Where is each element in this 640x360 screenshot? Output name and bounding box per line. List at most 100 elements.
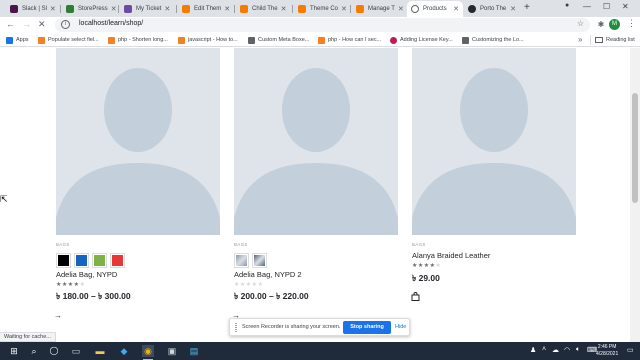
tab-search-icon[interactable]: ● bbox=[565, 2, 569, 9]
product-image[interactable] bbox=[56, 48, 220, 235]
media-player-icon[interactable]: ▣ bbox=[166, 345, 178, 357]
close-icon[interactable]: ✕ bbox=[278, 5, 287, 13]
loading-icon bbox=[411, 5, 419, 13]
cloud-icon[interactable]: ☁ bbox=[552, 346, 559, 354]
product-title[interactable]: Adelia Bag, NYPD 2 bbox=[234, 270, 302, 279]
bookmark-item[interactable]: Customizing the Lo... bbox=[462, 35, 524, 45]
stop-sharing-button[interactable]: Stop sharing bbox=[343, 321, 391, 334]
notifications-icon[interactable]: ▭ bbox=[627, 346, 634, 354]
placeholder-avatar-icon bbox=[56, 48, 220, 235]
bookmark-item[interactable]: php - Shorten long... bbox=[108, 35, 168, 45]
color-swatch[interactable] bbox=[56, 253, 71, 268]
wifi-icon[interactable]: ◠ bbox=[564, 346, 570, 354]
chrome-icon[interactable]: ◉ bbox=[142, 345, 154, 360]
product-title[interactable]: Adelia Bag, NYPD bbox=[56, 270, 117, 279]
close-icon[interactable]: ✕ bbox=[108, 5, 116, 13]
tab-theme-config[interactable]: Theme Co ✕ bbox=[294, 1, 348, 17]
product-category[interactable]: BAGS bbox=[412, 242, 426, 247]
bookmark-item[interactable]: Custom Meta Boxe... bbox=[248, 35, 309, 45]
bookmark-label: Apps bbox=[16, 37, 29, 43]
system-clock[interactable]: 2:46 PM 4/28/2021 bbox=[596, 344, 618, 358]
menu-icon[interactable]: ⋮ bbox=[627, 18, 636, 29]
task-view-icon[interactable]: ◯ bbox=[48, 345, 60, 357]
license-icon bbox=[390, 36, 397, 44]
close-icon[interactable]: ✕ bbox=[161, 5, 170, 13]
theme-icon bbox=[298, 5, 306, 13]
tab-my-ticket[interactable]: My Ticket ✕ bbox=[120, 1, 174, 17]
tab-porto-theme[interactable]: Porto The ✕ bbox=[464, 1, 520, 17]
close-icon[interactable]: ✕ bbox=[47, 5, 56, 13]
tab-label: Child The bbox=[252, 6, 278, 12]
product-title[interactable]: Alanya Braided Leather bbox=[412, 251, 490, 260]
address-bar[interactable]: i localhost/learn/shop/ ☆ bbox=[55, 18, 590, 32]
maximize-icon[interactable]: ☐ bbox=[603, 2, 610, 11]
file-explorer-icon[interactable]: ▬ bbox=[94, 345, 106, 357]
close-icon[interactable]: ✕ bbox=[395, 5, 404, 13]
close-icon[interactable]: ✕ bbox=[221, 5, 230, 13]
bookmark-item[interactable]: Populate select fiel... bbox=[38, 35, 99, 45]
hide-button[interactable]: Hide bbox=[395, 324, 406, 330]
new-tab-button[interactable]: + bbox=[524, 2, 530, 13]
reading-list-label: Reading list bbox=[606, 37, 635, 43]
bookmark-item[interactable]: php - How can I sec... bbox=[318, 35, 381, 45]
task-view-icon[interactable]: ▭ bbox=[70, 345, 82, 357]
close-icon[interactable]: ✕ bbox=[338, 5, 347, 13]
tab-slack[interactable]: Slack | Sl ✕ bbox=[6, 1, 58, 17]
bookmark-item[interactable]: javascript - How to... bbox=[178, 35, 238, 45]
slack-icon bbox=[10, 5, 18, 13]
vscode-icon[interactable]: ◆ bbox=[118, 345, 130, 357]
tab-edit-theme[interactable]: Edit Them ✕ bbox=[178, 1, 232, 17]
page-scrollbar[interactable] bbox=[630, 48, 640, 342]
shopping-bag-icon[interactable] bbox=[409, 292, 421, 304]
windows-start-icon[interactable]: ⊞ bbox=[8, 345, 20, 357]
product-image[interactable] bbox=[234, 48, 398, 235]
profile-avatar[interactable]: M bbox=[609, 19, 620, 30]
bookmark-apps[interactable]: Apps bbox=[6, 35, 29, 45]
product-price: ৳ 29.00 bbox=[412, 273, 440, 283]
tab-divider bbox=[118, 5, 119, 13]
reading-list-icon bbox=[595, 37, 603, 43]
volume-icon[interactable]: 🔈︎ bbox=[576, 346, 580, 354]
tab-label: Porto The bbox=[480, 6, 507, 12]
site-info-icon[interactable]: i bbox=[61, 20, 70, 29]
product-category[interactable]: BAGS bbox=[234, 242, 248, 247]
color-swatch[interactable] bbox=[74, 253, 89, 268]
forward-icon[interactable]: → bbox=[22, 19, 31, 29]
tab-manage-theme[interactable]: Manage T ✕ bbox=[352, 1, 406, 17]
star-empty-icon: ★ bbox=[257, 282, 264, 288]
bookmark-label: php - How can I sec... bbox=[328, 37, 382, 43]
bookmark-star-icon[interactable]: ☆ bbox=[577, 19, 584, 28]
rating-stars: ★★★★★ bbox=[412, 262, 441, 269]
search-icon[interactable]: ⌕ bbox=[28, 345, 40, 357]
product-category[interactable]: BAGS bbox=[56, 242, 70, 247]
color-swatch[interactable] bbox=[92, 253, 107, 268]
url-text[interactable]: localhost/learn/shop/ bbox=[79, 20, 143, 27]
tab-divider bbox=[60, 5, 61, 13]
tab-products[interactable]: Products ✕ bbox=[407, 1, 463, 17]
bookmark-item[interactable]: Adding License Key... bbox=[390, 35, 453, 45]
tab-child-theme[interactable]: Child The ✕ bbox=[236, 1, 290, 17]
image-swatch[interactable] bbox=[234, 253, 249, 268]
window-close-icon[interactable]: ✕ bbox=[622, 2, 629, 11]
close-icon[interactable]: ✕ bbox=[507, 5, 516, 13]
people-icon[interactable]: ♟ bbox=[530, 346, 536, 354]
close-icon[interactable]: ✕ bbox=[450, 5, 459, 13]
arrow-right-icon[interactable]: → bbox=[52, 310, 64, 322]
bookmark-label: Adding License Key... bbox=[400, 37, 453, 43]
extensions-icon[interactable]: ✱ bbox=[596, 20, 606, 30]
page-icon bbox=[462, 36, 469, 44]
minimize-icon[interactable]: — bbox=[583, 2, 591, 11]
image-swatch[interactable] bbox=[252, 253, 267, 268]
tab-storepress[interactable]: StorePress ✕ bbox=[62, 1, 116, 17]
product-image[interactable] bbox=[412, 48, 576, 235]
product-price: ৳ 180.00 – ৳ 300.00 bbox=[56, 291, 131, 301]
scrollbar-thumb[interactable] bbox=[632, 93, 638, 203]
more-bookmarks-icon[interactable]: » bbox=[578, 35, 582, 44]
stop-loading-icon[interactable]: ✕ bbox=[38, 19, 46, 30]
color-swatch[interactable] bbox=[110, 253, 125, 268]
drag-handle-icon[interactable] bbox=[235, 323, 237, 332]
back-icon[interactable]: ← bbox=[6, 19, 15, 29]
reading-list-button[interactable]: Reading list bbox=[590, 35, 635, 45]
remote-desktop-icon[interactable]: ▤ bbox=[188, 345, 200, 357]
tray-chevron-icon[interactable]: ˄ bbox=[542, 346, 546, 353]
